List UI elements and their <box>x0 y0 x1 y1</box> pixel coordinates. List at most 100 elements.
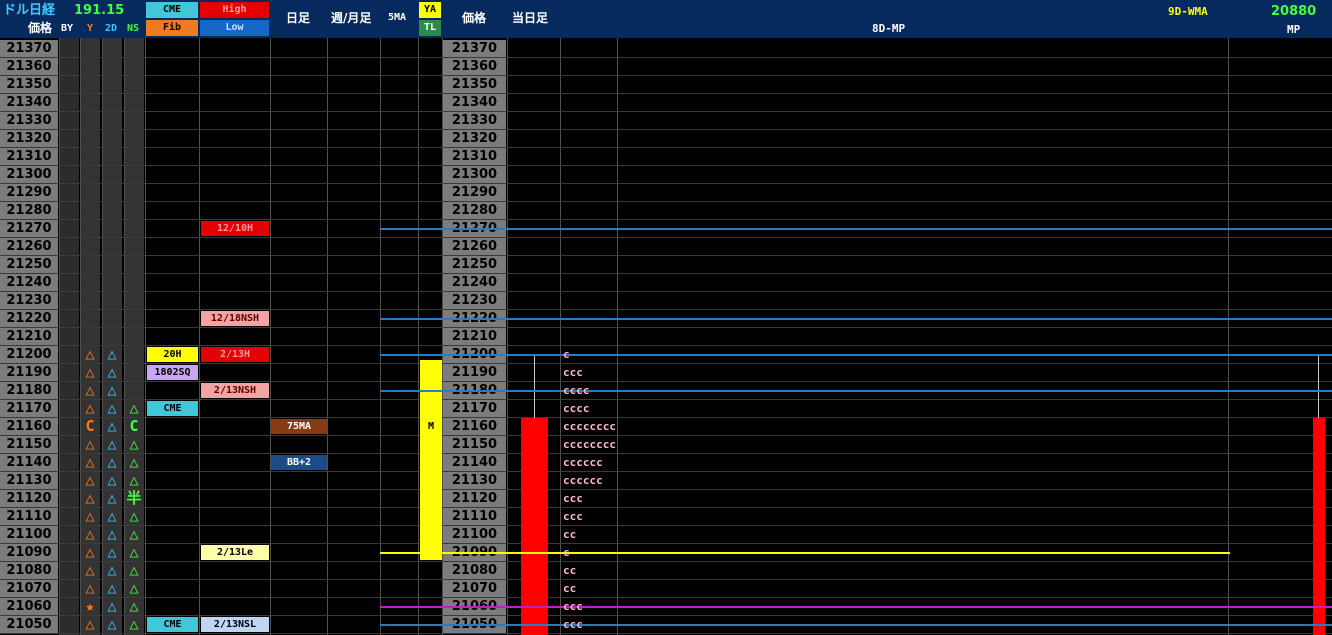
price-cell-left: 21060 <box>0 598 58 615</box>
grid-line <box>0 147 1332 148</box>
low-header-label: Low <box>225 22 244 33</box>
column-divider <box>617 38 618 635</box>
tpo-letters: ccc <box>563 510 583 523</box>
level-label: 12/10H <box>201 221 269 236</box>
dollar-nikkei-label: ドル日経 <box>3 3 56 18</box>
tpo-letters: cc <box>563 528 577 541</box>
grid-line <box>0 255 1332 256</box>
price-cell-left: 21120 <box>0 490 58 507</box>
price-cell-left: 21160 <box>0 418 58 435</box>
price-level-line <box>380 624 1332 626</box>
price-cell-left: 21250 <box>0 256 58 273</box>
grid-line <box>0 201 1332 202</box>
price-cell-left: 21180 <box>0 382 58 399</box>
price-cell-left: 21170 <box>0 400 58 417</box>
market-profile-board: ドル日経 価格 191.15 BY Y 2D NS CME Fib High L… <box>0 0 1332 635</box>
tpo-letters: cccc <box>563 402 590 415</box>
column-divider <box>1228 38 1229 635</box>
grid-line <box>0 525 1332 526</box>
price-cell-left: 21290 <box>0 184 58 201</box>
2d-marker: △ <box>107 543 117 561</box>
price-cell-left: 21340 <box>0 94 58 111</box>
price-cell-right: 21170 <box>443 400 506 417</box>
level-label: 75MA <box>271 419 327 434</box>
2d-marker: △ <box>107 345 117 363</box>
price-cell-right: 21230 <box>443 292 506 309</box>
tl-header-label: TL <box>423 22 437 33</box>
tpo-letters: cccccccc <box>563 438 616 451</box>
today-candle-label: 当日足 <box>512 11 549 25</box>
grid-line <box>0 561 1332 562</box>
column-divider <box>560 38 561 635</box>
level-label: CME <box>147 401 198 416</box>
grid-line <box>0 381 1332 382</box>
grid-line <box>0 399 1332 400</box>
candle-body <box>1313 418 1325 635</box>
price-cell-left: 21200 <box>0 346 58 363</box>
level-label: 2/13NSL <box>201 617 269 632</box>
price-level-line <box>380 552 1230 554</box>
tpo-letters: cccccc <box>563 456 603 469</box>
price-cell-left: 21090 <box>0 544 58 561</box>
weekly-monthly-label: 週/月足 <box>331 11 372 25</box>
price-level-line <box>380 606 1332 608</box>
usd-jpy-value: 191.15 <box>74 3 125 18</box>
price-cell-left: 21280 <box>0 202 58 219</box>
price-level-line <box>380 318 1332 320</box>
y-marker: △ <box>85 543 95 561</box>
price-cell-right: 21280 <box>443 202 506 219</box>
tpo-letters: cc <box>563 582 577 595</box>
ns-marker: △ <box>129 399 139 417</box>
cme-header-label: CME <box>162 4 182 15</box>
y-marker: △ <box>85 507 95 525</box>
grid-line <box>0 165 1332 166</box>
2d-marker: △ <box>107 363 117 381</box>
2d-marker: △ <box>107 417 117 435</box>
value-area-mode-label: M <box>427 421 435 432</box>
tpo-letters: ccc <box>563 366 583 379</box>
grid-line <box>0 345 1332 346</box>
ns-marker: C <box>129 417 139 435</box>
price-cell-right: 21260 <box>443 238 506 255</box>
price-cell-right: 21130 <box>443 472 506 489</box>
level-label: 2/13H <box>201 347 269 362</box>
price-cell-left: 21220 <box>0 310 58 327</box>
price-cell-left: 21270 <box>0 220 58 237</box>
price-label-right: 価格 <box>462 11 487 25</box>
2d-marker: △ <box>107 561 117 579</box>
ns-marker: △ <box>129 579 139 597</box>
tpo-letters: ccc <box>563 618 583 631</box>
price-level-line <box>380 354 1332 356</box>
y-marker: △ <box>85 363 95 381</box>
price-cell-right: 21160 <box>443 418 506 435</box>
y-marker: △ <box>85 453 95 471</box>
column-divider <box>59 38 60 635</box>
level-label: 2/13Le <box>201 545 269 560</box>
price-cell-left: 21140 <box>0 454 58 471</box>
2d-marker: △ <box>107 435 117 453</box>
y-marker: C <box>85 417 95 435</box>
2d-marker: △ <box>107 615 117 633</box>
price-cell-right: 21190 <box>443 364 506 381</box>
price-cell-right: 21150 <box>443 436 506 453</box>
2d-marker: △ <box>107 399 117 417</box>
grid-line <box>0 435 1332 436</box>
grid-line <box>0 93 1332 94</box>
grid-line <box>0 309 1332 310</box>
price-cell-right: 21110 <box>443 508 506 525</box>
price-cell-right: 21140 <box>443 454 506 471</box>
column-divider <box>327 38 328 635</box>
ns-marker: △ <box>129 561 139 579</box>
high-header-label: High <box>222 4 247 15</box>
tpo-letters: cc <box>563 564 577 577</box>
grid-line <box>0 543 1332 544</box>
grid-line <box>0 111 1332 112</box>
mp8d-label: 8D-MP <box>872 22 906 35</box>
column-divider <box>270 38 271 635</box>
price-cell-right: 21240 <box>443 274 506 291</box>
level-label: 20H <box>147 347 198 362</box>
level-label: 12/18NSH <box>201 311 269 326</box>
y-marker: △ <box>85 489 95 507</box>
grid-line <box>0 453 1332 454</box>
price-cell-right: 21350 <box>443 76 506 93</box>
